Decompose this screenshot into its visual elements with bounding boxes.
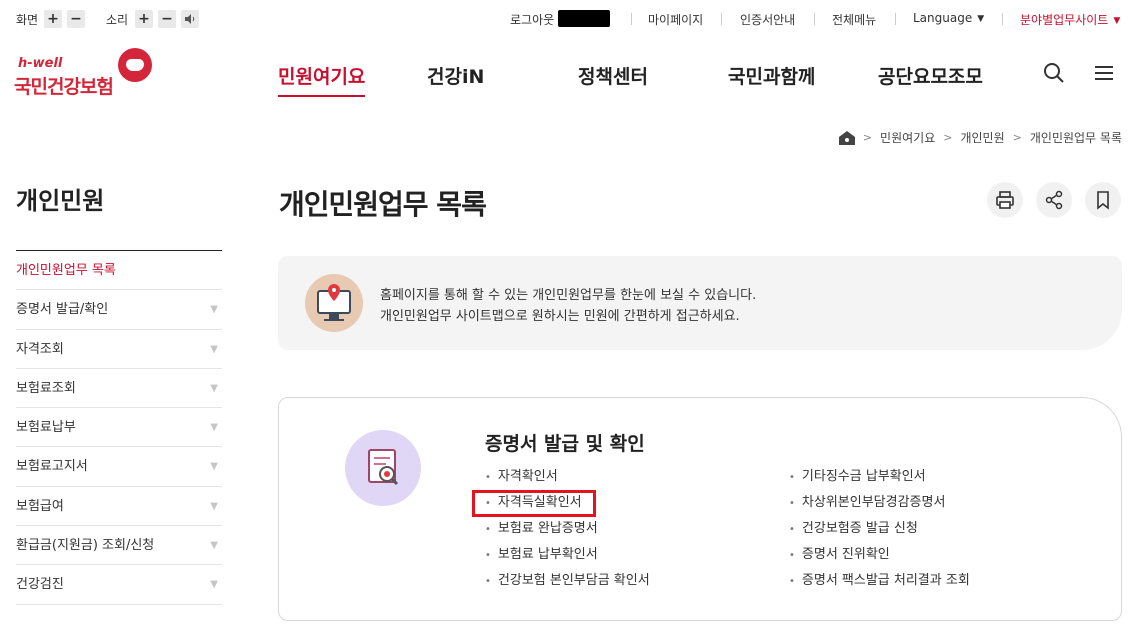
logo-hwell: h-well [18,56,63,71]
redacted-username [558,10,610,27]
lnb-item-health-checkup[interactable]: 건강검진 ▼ [16,565,222,605]
sound-label: 소리 [106,13,129,27]
chevron-down-icon: ▼ [210,500,218,512]
lnb-item-label: 보험료조회 [16,380,76,396]
gnb-policy-center[interactable]: 정책센터 [578,62,648,89]
volume-down-button[interactable]: − [158,10,176,28]
chevron-down-icon: ▼ [1113,16,1121,26]
lnb-item-label: 보험료고지서 [16,459,88,475]
intro-line-1: 홈페이지를 통해 할 수 있는 개인민원업무를 한눈에 보실 수 있습니다. [380,288,757,303]
search-icon[interactable] [1043,62,1067,86]
certificate-link[interactable]: 기타징수금 납부확인서 [789,464,970,490]
language-select[interactable]: Language ▼ [913,11,984,25]
chevron-right-icon: > [943,131,953,144]
certificate-guide-link[interactable]: 인증서안내 [740,11,795,28]
lnb-menu: 개인민원업무 목록 증명서 발급/확인 ▼ 자격조회 ▼ 보험료조회 ▼ 보험료납부 ▼… [16,250,222,605]
certificate-link[interactable]: 건강보험 본인부담금 확인서 [485,568,650,594]
lnb-item-list[interactable]: 개인민원업무 목록 [16,251,222,291]
chevron-right-icon: > [1012,131,1022,144]
language-label: Language [913,11,973,25]
lnb-title: 개인민원 [16,187,105,215]
business-sites-label: 분야별업무사이트 [1020,13,1109,27]
document-search-icon [345,430,421,506]
lnb-item-label: 개인민원업무 목록 [16,263,116,278]
gnb-with-citizens[interactable]: 국민과함께 [728,62,815,89]
volume-up-button[interactable]: + [135,10,153,28]
logo-name: 국민건강보험 [14,76,114,98]
certificate-link[interactable]: 보험료 완납증명서 [485,516,650,542]
lnb-item-label: 보험급여 [16,498,64,514]
lnb-item-premium-payment[interactable]: 보험료납부 ▼ [16,408,222,448]
lnb-item-eligibility[interactable]: 자격조회 ▼ [16,330,222,369]
chevron-down-icon: ▼ [210,540,218,552]
lnb-item-label: 증명서 발급/확인 [16,302,109,318]
lnb-item-label: 자격조회 [16,341,64,357]
certificates-card: 증명서 발급 및 확인 자격확인서 자격득실확인서 보험료 완납증명서 보험료 … [278,397,1122,621]
highlight-box [472,490,596,517]
print-button[interactable] [987,182,1023,218]
certificate-link[interactable]: 증명서 진위확인 [789,542,970,568]
lnb-item-label: 보험료납부 [16,420,76,436]
chevron-down-icon: ▼ [210,579,218,591]
certificate-link[interactable]: 자격확인서 [485,464,650,490]
logout-link[interactable]: 로그아웃 [510,11,554,28]
mypage-link[interactable]: 마이페이지 [648,11,703,28]
chevron-right-icon: > [862,131,873,144]
intro-box: 홈페이지를 통해 할 수 있는 개인민원업무를 한눈에 보실 수 있습니다. 개… [278,256,1122,350]
bookmark-button[interactable] [1085,182,1121,218]
certificate-list-left: 자격확인서 자격득실확인서 보험료 완납증명서 보험료 납부확인서 건강보험 본… [485,464,650,594]
lnb-item-label: 건강검진 [16,577,64,593]
all-menu-link[interactable]: 전체메뉴 [832,11,876,28]
logo-mark-icon [118,48,152,82]
chevron-down-icon: ▼ [210,304,218,316]
gnb-health-in[interactable]: 건강iN [427,62,484,89]
lnb-item-premium-notice[interactable]: 보험료고지서 ▼ [16,447,222,487]
nhis-logo[interactable]: h-well 국민건강보험 [14,46,154,101]
breadcrumb-current: 개인민원업무 목록 [1029,131,1122,145]
chevron-down-icon: ▼ [210,343,218,355]
card-title: 증명서 발급 및 확인 [485,433,645,455]
certificate-link[interactable]: 증명서 팩스발급 처리결과 조회 [789,568,970,594]
zoom-out-button[interactable]: − [67,10,85,28]
monitor-location-icon [305,274,363,332]
speaker-icon[interactable] [181,10,199,28]
business-sites-select[interactable]: 분야별업무사이트 ▼ [1020,11,1120,28]
chevron-down-icon: ▼ [210,422,218,434]
screen-zoom-label: 화면 [16,13,39,27]
lnb-item-benefits[interactable]: 보험급여 ▼ [16,487,222,527]
chevron-down-icon: ▼ [210,382,218,394]
gnb-civil-service[interactable]: 민원여기요 [278,62,366,97]
breadcrumb: > 민원여기요 > 개인민원 > 개인민원업무 목록 [838,129,1122,146]
share-icon [1045,190,1063,210]
lnb-item-label: 환급금(지원금) 조회/신청 [16,538,155,554]
bookmark-icon [1097,191,1109,210]
chevron-down-icon: ▼ [210,461,218,473]
breadcrumb-item[interactable]: 개인민원 [960,129,1004,146]
utility-bar: 화면 + − 소리 + − 로그아웃 마이페이지 인증서안내 전체메뉴 Lang… [0,0,1145,38]
hamburger-menu-icon[interactable] [1093,62,1117,86]
chevron-down-icon: ▼ [977,14,985,24]
lnb-item-refunds[interactable]: 환급금(지원금) 조회/신청 ▼ [16,526,222,566]
home-icon[interactable] [838,130,855,145]
certificate-list-right: 기타징수금 납부확인서 차상위본인부담경감증명서 건강보험증 발급 신청 증명서… [789,464,970,594]
gnb-about-nhis[interactable]: 공단요모조모 [878,62,983,89]
share-button[interactable] [1036,182,1072,218]
page-title: 개인민원업무 목록 [279,188,487,221]
certificate-link[interactable]: 보험료 납부확인서 [485,542,650,568]
certificate-link[interactable]: 차상위본인부담경감증명서 [789,490,970,516]
print-icon [996,191,1014,209]
breadcrumb-item[interactable]: 민원여기요 [880,129,935,146]
certificate-link[interactable]: 건강보험증 발급 신청 [789,516,970,542]
intro-line-2: 개인민원업무 사이트맵으로 원하시는 민원에 간편하게 접근하세요. [380,309,740,324]
lnb-item-certificates[interactable]: 증명서 발급/확인 ▼ [16,290,222,330]
lnb-item-premium-inquiry[interactable]: 보험료조회 ▼ [16,369,222,409]
zoom-in-button[interactable]: + [44,10,62,28]
